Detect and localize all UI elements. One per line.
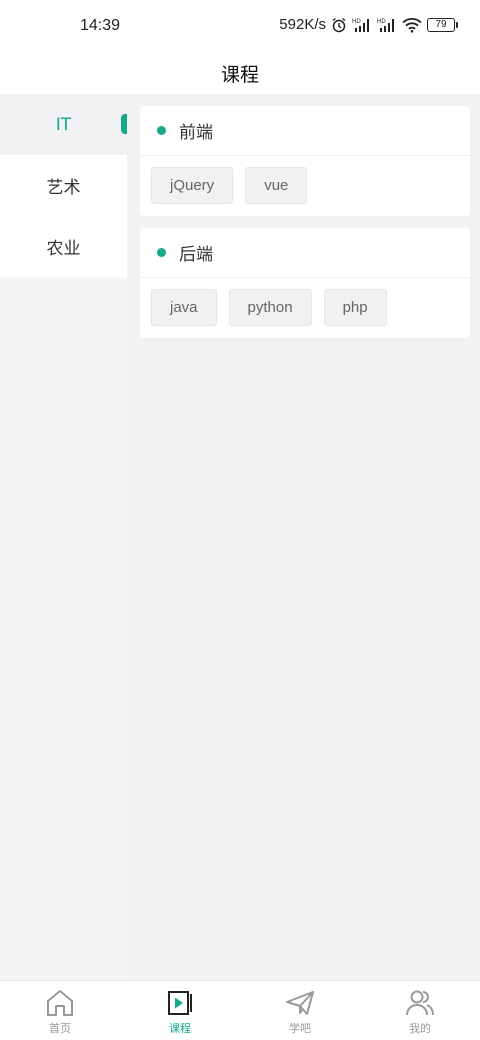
card-title: 前端 [179,123,213,143]
tab-courses[interactable]: 课程 [120,981,240,1040]
status-time: 14:39 [80,17,121,34]
category-card-backend: 后端 java python php [140,228,470,338]
sidebar-item-agriculture[interactable]: 农业 [0,216,127,277]
tab-label: 我的 [409,1022,431,1035]
tag-python[interactable]: python [228,289,312,326]
tab-label: 学吧 [289,1022,311,1035]
svg-text:HD: HD [377,19,386,25]
tag-java[interactable]: java [151,289,217,326]
sidebar-item-label: 艺术 [46,178,81,198]
hd-signal-icon: HD [352,17,372,33]
alarm-icon [331,17,347,33]
page-header: 课程 [0,52,480,94]
users-icon [404,988,436,1018]
tab-label: 课程 [169,1022,191,1035]
sidebar-item-label: IT [55,114,72,135]
sidebar-item-label: 农业 [46,239,81,259]
sidebar-item-art[interactable]: 艺术 [0,155,127,216]
hd-signal-icon: HD [377,17,397,33]
video-icon [164,988,196,1018]
tag-jquery[interactable]: jQuery [151,167,234,204]
tab-study[interactable]: 学吧 [240,981,360,1040]
sidebar-item-it[interactable]: IT [0,94,127,155]
card-title: 后端 [179,245,213,265]
battery-level: 79 [427,17,455,32]
tag-list: java python php [140,278,470,338]
page-title: 课程 [220,63,259,86]
bottom-tab-bar: 首页 课程 学吧 我的 [0,980,480,1040]
battery-icon: 79 [427,17,458,32]
bullet-dot-icon [157,126,166,135]
status-bar: 14:39 592K/s HD HD 79 [0,0,480,52]
tab-home[interactable]: 首页 [0,981,120,1040]
bullet-dot-icon [157,248,166,257]
home-icon [44,988,76,1018]
status-indicators: 592K/s HD HD 79 [279,16,458,33]
tag-php[interactable]: php [323,289,387,326]
card-header: 前端 [140,106,470,156]
category-card-frontend: 前端 jQuery vue [140,106,470,216]
net-speed: 592K/s [279,16,326,33]
tab-label: 首页 [49,1022,71,1035]
wifi-icon [402,17,422,33]
tag-list: jQuery vue [140,156,470,216]
card-header: 后端 [140,228,470,278]
paper-plane-icon [284,988,316,1018]
tag-vue[interactable]: vue [245,167,308,204]
category-sidebar: IT 艺术 农业 [0,94,127,980]
course-content: 前端 jQuery vue 后端 java python php [127,94,480,980]
svg-text:HD: HD [352,19,361,25]
tab-me[interactable]: 我的 [360,981,480,1040]
